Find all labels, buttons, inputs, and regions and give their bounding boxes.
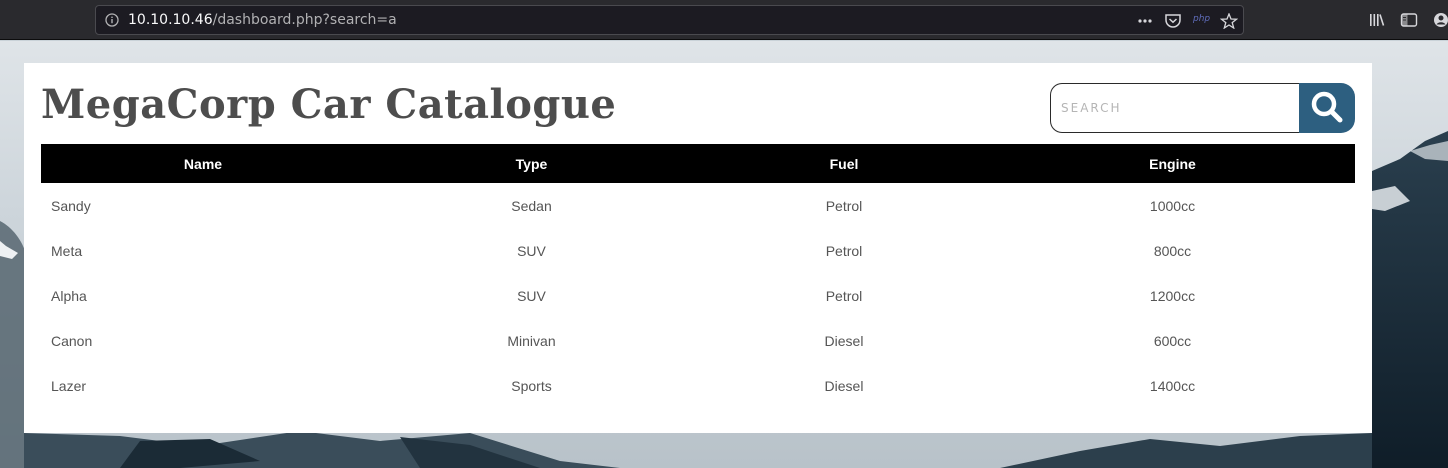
pocket-icon[interactable]: [1164, 13, 1182, 29]
table-header-row: Name Type Fuel Engine: [41, 144, 1355, 183]
cell-type: Sedan: [511, 197, 552, 214]
php-extension-icon[interactable]: php: [1193, 14, 1210, 24]
sidebar-icon[interactable]: [1400, 11, 1418, 29]
search-icon: [1310, 90, 1344, 127]
cell-name: Sandy: [51, 197, 91, 214]
page-actions-icon[interactable]: [1136, 13, 1154, 29]
cell-type: Minivan: [507, 332, 556, 349]
account-icon[interactable]: [1432, 11, 1448, 29]
catalogue-card: MegaCorp Car Catalogue Name Type Fuel En…: [24, 63, 1372, 433]
column-header-engine: Engine: [1149, 155, 1196, 172]
table-row: Lazer Sports Diesel 1400cc: [41, 363, 1355, 408]
cell-engine: 1000cc: [1149, 197, 1196, 214]
column-header-name: Name: [183, 155, 223, 172]
table-row: Alpha SUV Petrol 1200cc: [41, 273, 1355, 318]
cell-fuel: Diesel: [824, 377, 864, 394]
cell-fuel: Petrol: [825, 287, 863, 304]
library-icon[interactable]: [1368, 11, 1386, 29]
browser-toolbar: 10.10.10.46/dashboard.php?search=a php: [0, 0, 1448, 40]
cell-engine: 600cc: [1153, 332, 1192, 349]
column-header-type: Type: [515, 155, 548, 172]
table-row: Canon Minivan Diesel 600cc: [41, 318, 1355, 363]
table-row: Sandy Sedan Petrol 1000cc: [41, 183, 1355, 228]
search-input[interactable]: [1050, 83, 1302, 133]
cell-fuel: Petrol: [825, 197, 863, 214]
url-text[interactable]: 10.10.10.46/dashboard.php?search=a: [128, 12, 397, 28]
cell-engine: 1400cc: [1149, 377, 1196, 394]
cell-type: SUV: [517, 287, 546, 304]
car-table: Name Type Fuel Engine Sandy Sedan Petrol…: [41, 144, 1355, 408]
cell-engine: 1200cc: [1149, 287, 1196, 304]
table-row: Meta SUV Petrol 800cc: [41, 228, 1355, 273]
cell-engine: 800cc: [1153, 242, 1192, 259]
info-icon[interactable]: [105, 13, 119, 27]
cell-name: Alpha: [51, 287, 87, 304]
url-bar[interactable]: 10.10.10.46/dashboard.php?search=a php: [95, 5, 1244, 35]
column-header-fuel: Fuel: [829, 155, 859, 172]
cell-name: Canon: [51, 332, 93, 349]
url-host: 10.10.10.46: [128, 12, 213, 28]
search-button[interactable]: [1299, 83, 1355, 133]
page-title: MegaCorp Car Catalogue: [41, 81, 617, 128]
cell-name: Lazer: [51, 377, 87, 394]
cell-name: Meta: [51, 242, 83, 259]
url-path: /dashboard.php?search=a: [212, 12, 397, 28]
cell-fuel: Petrol: [825, 242, 863, 259]
cell-type: Sports: [511, 377, 552, 394]
cell-type: SUV: [517, 242, 546, 259]
cell-fuel: Diesel: [824, 332, 864, 349]
bookmark-star-icon[interactable]: [1220, 13, 1238, 29]
